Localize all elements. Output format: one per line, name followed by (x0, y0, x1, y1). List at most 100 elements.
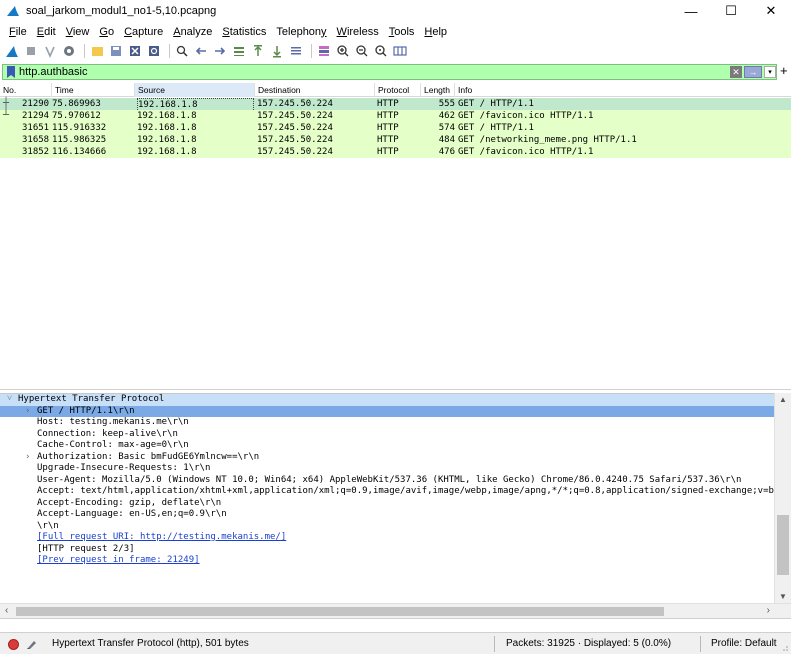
scroll-right-arrow-icon[interactable]: › (767, 605, 770, 616)
column-header-source[interactable]: Source (135, 83, 255, 97)
detail-tree-item[interactable]: Accept: text/html,application/xhtml+xml,… (0, 486, 774, 498)
column-header-info[interactable]: Info (455, 83, 791, 97)
packet-list: No. Time Source Destination Protocol Len… (0, 83, 791, 390)
detail-tree-item[interactable]: Upgrade-Insecure-Requests: 1\r\n (0, 463, 774, 475)
menu-help[interactable]: Help (419, 26, 452, 38)
menu-tools[interactable]: Tools (384, 26, 420, 38)
detail-link-text[interactable]: [Prev request in frame: 21249] (37, 555, 200, 567)
detail-tree-item[interactable]: ˅ Hypertext Transfer Protocol (0, 394, 774, 406)
colorize-packets-icon[interactable] (316, 43, 332, 59)
go-to-last-packet-icon[interactable] (269, 43, 285, 59)
open-file-folder-icon[interactable] (89, 43, 105, 59)
display-filter-input[interactable]: http.authbasic (19, 66, 730, 78)
packet-row[interactable]: 31651 115.916332 192.168.1.8 157.245.50.224… (0, 122, 791, 134)
detail-text: Connection: keep-alive\r\n (37, 428, 178, 439)
packet-row[interactable]: 31658 115.986325 192.168.1.8 157.245.50.224… (0, 134, 791, 146)
go-forward-arrow-icon[interactable] (212, 43, 228, 59)
normal-size-icon[interactable] (373, 43, 389, 59)
packet-row[interactable]: ┴ 21294 75.970612 192.168.1.8 157.245.50.224… (0, 110, 791, 122)
expert-info-indicator-icon[interactable] (8, 639, 19, 650)
horizontal-scroll-thumb[interactable] (16, 607, 664, 616)
menu-wireless[interactable]: Wireless (332, 26, 384, 38)
column-header-time[interactable]: Time (52, 83, 135, 97)
column-header-no[interactable]: No. (0, 83, 52, 97)
apply-filter-arrow-icon[interactable]: → (744, 66, 762, 78)
related-packet-line-icon (3, 146, 15, 158)
packet-cell-no: 21290 (22, 99, 50, 109)
packet-list-header: No. Time Source Destination Protocol Len… (0, 83, 791, 97)
detail-tree-item[interactable]: Accept-Language: en-US,en;q=0.9\r\n (0, 509, 774, 521)
tree-collapsed-chevron-icon[interactable]: › (25, 406, 30, 418)
add-filter-button-icon[interactable]: + (780, 64, 790, 78)
find-packet-search-icon[interactable] (174, 43, 190, 59)
menu-statistics[interactable]: Statistics (217, 26, 271, 38)
scroll-up-arrow-icon[interactable]: ▲ (779, 395, 787, 404)
detail-text: Hypertext Transfer Protocol (18, 394, 165, 404)
capture-comment-pencil-icon[interactable] (26, 638, 38, 650)
tree-expanded-chevron-icon[interactable]: ˅ (7, 394, 12, 406)
details-horizontal-scrollbar[interactable]: ‹ › (0, 603, 791, 618)
go-back-arrow-icon[interactable] (193, 43, 209, 59)
detail-tree-item[interactable]: \r\n (0, 521, 774, 533)
zoom-in-icon[interactable] (335, 43, 351, 59)
auto-scroll-icon[interactable] (288, 43, 304, 59)
related-packet-line-icon (3, 122, 15, 134)
detail-tree-item[interactable]: Cache-Control: max-age=0\r\n (0, 440, 774, 452)
save-file-icon[interactable] (108, 43, 124, 59)
menu-capture[interactable]: Capture (119, 26, 168, 38)
reload-file-icon[interactable] (146, 43, 162, 59)
detail-tree-item[interactable]: › Authorization: Basic bmFudGE6Ymlncw==\r… (0, 452, 774, 464)
resize-grip-icon[interactable] (781, 644, 789, 652)
go-to-packet-icon[interactable] (231, 43, 247, 59)
menu-go[interactable]: Go (94, 26, 119, 38)
menu-view[interactable]: View (61, 26, 95, 38)
packet-row[interactable]: ┼ 21290 75.869963 192.168.1.8 157.245.50.224… (0, 98, 791, 112)
menu-edit[interactable]: Edit (32, 26, 61, 38)
detail-text: Accept-Encoding: gzip, deflate\r\n (37, 497, 222, 508)
detail-tree-item[interactable]: › GET / HTTP/1.1\r\n (0, 405, 774, 418)
menu-telephony[interactable]: Telephony (271, 26, 331, 38)
zoom-out-icon[interactable] (354, 43, 370, 59)
scroll-left-arrow-icon[interactable]: ‹ (5, 605, 8, 616)
column-header-destination[interactable]: Destination (255, 83, 375, 97)
detail-tree-item[interactable]: User-Agent: Mozilla/5.0 (Windows NT 10.0… (0, 475, 774, 487)
menu-mnemonic: S (222, 25, 230, 38)
capture-options-gear-icon[interactable] (61, 43, 77, 59)
clear-filter-icon[interactable]: ✕ (730, 66, 742, 78)
detail-tree-item[interactable]: Host: testing.mekanis.me\r\n (0, 417, 774, 429)
packet-cell-protocol: HTTP (377, 99, 399, 109)
recent-filters-dropdown-icon[interactable]: ▾ (764, 66, 776, 78)
tree-collapsed-chevron-icon[interactable]: › (25, 452, 30, 464)
minimize-button[interactable]: — (671, 0, 711, 22)
detail-tree-item[interactable]: [Full request URI: http://testing.mekani… (0, 532, 774, 544)
go-to-first-packet-icon[interactable] (250, 43, 266, 59)
column-header-protocol[interactable]: Protocol (375, 83, 421, 97)
close-button[interactable]: ✕ (751, 0, 791, 22)
resize-columns-icon[interactable] (392, 43, 408, 59)
close-file-icon[interactable] (127, 43, 143, 59)
detail-link-text[interactable]: [Full request URI: http://testing.mekani… (37, 532, 286, 544)
stop-capture-icon[interactable] (23, 43, 39, 59)
packet-cell-time: 115.986325 (52, 135, 107, 145)
maximize-button[interactable]: ☐ (711, 0, 751, 22)
details-vertical-scrollbar[interactable]: ▲ ▼ (774, 393, 791, 603)
detail-tree-item[interactable]: [Prev request in frame: 21249] (0, 555, 774, 567)
detail-text: \r\n (37, 520, 59, 531)
scroll-down-arrow-icon[interactable]: ▼ (779, 592, 787, 601)
detail-tree-item[interactable]: Accept-Encoding: gzip, deflate\r\n (0, 498, 774, 510)
menu-analyze[interactable]: Analyze (168, 26, 217, 38)
packet-cell-destination: 157.245.50.224 (257, 123, 333, 133)
detail-tree-item[interactable]: [HTTP request 2/3] (0, 544, 774, 556)
status-profile[interactable]: Profile: Default (711, 638, 777, 649)
menu-file[interactable]: File (4, 26, 32, 38)
menu-bar: File Edit View Go Capture Analyze Statistics Te… (0, 22, 791, 41)
restart-capture-icon[interactable] (42, 43, 58, 59)
filter-bookmark-icon[interactable] (6, 66, 16, 78)
detail-tree-item[interactable]: Connection: keep-alive\r\n (0, 429, 774, 441)
start-capture-fin-icon[interactable] (4, 43, 20, 59)
toolbar-separator (169, 44, 170, 58)
vertical-scroll-thumb[interactable] (777, 515, 789, 575)
packet-cell-length: 574 (438, 123, 455, 133)
column-header-length[interactable]: Length (421, 83, 455, 97)
packet-row[interactable]: 31852 116.134666 192.168.1.8 157.245.50.224… (0, 146, 791, 158)
